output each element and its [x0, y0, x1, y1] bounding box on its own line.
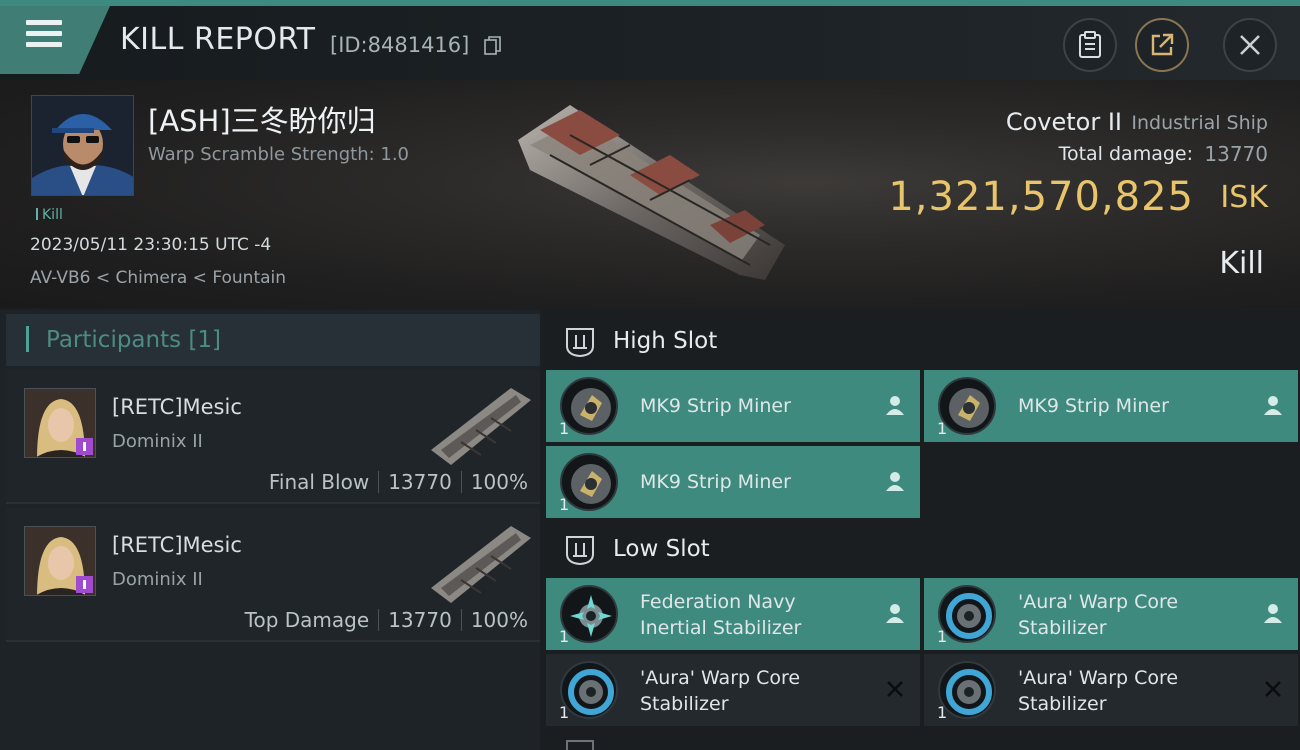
slot-icon-partial: [566, 740, 594, 750]
participant-ship: Dominix II: [112, 569, 203, 590]
participant-damage: 13770: [388, 470, 452, 494]
module-quantity: 1: [559, 627, 570, 646]
hamburger-menu-icon[interactable]: [26, 20, 62, 50]
module-name-line1: 'Aura' Warp Core: [1018, 591, 1179, 613]
person-icon: [886, 604, 904, 623]
ship-name[interactable]: Covetor II: [1006, 108, 1122, 136]
person-icon: [886, 472, 904, 491]
module-name: MK9 Strip Miner: [640, 471, 791, 493]
participants-header-bar: [26, 326, 29, 352]
participant-name[interactable]: [RETC]Mesic: [112, 395, 242, 419]
participant-percent: 100%: [470, 470, 528, 494]
total-damage-label: Total damage:: [1058, 143, 1193, 165]
high-slot-title: High Slot: [613, 328, 718, 354]
participant-damage: 13770: [388, 608, 452, 632]
next-slot-header-partial: [544, 728, 1300, 750]
module-quantity: 1: [937, 627, 948, 646]
clipboard-button[interactable]: [1063, 18, 1117, 72]
module-quantity: 1: [937, 703, 948, 722]
module-name-line1: 'Aura' Warp Core: [1018, 667, 1179, 689]
module-name-line2: Inertial Stabilizer: [640, 617, 802, 639]
module-name: MK9 Strip Miner: [1018, 395, 1169, 417]
participant-row[interactable]: [RETC]Mesic Dominix II Top Damage 13770 10…: [6, 508, 540, 642]
module-name-line1: Federation Navy: [640, 591, 796, 613]
participant-ship-image[interactable]: [421, 518, 536, 608]
isk-value: 1,321,570,825: [888, 174, 1194, 220]
module-name: 'Aura' Warp Core Stabilizer: [640, 665, 880, 717]
module-item[interactable]: 1 'Aura' Warp Core Stabilizer: [546, 654, 920, 726]
victim-ship-image[interactable]: [510, 95, 790, 290]
module-name: MK9 Strip Miner: [640, 395, 791, 417]
participant-stats: Final Blow 13770 100%: [269, 470, 528, 494]
warp-scramble-strength: Warp Scramble Strength: 1.0: [148, 144, 410, 165]
module-name-line2: Stabilizer: [1018, 693, 1107, 715]
destroyed-x-icon: [1265, 681, 1281, 697]
kill-location[interactable]: AV-VB6 < Chimera < Fountain: [30, 268, 286, 288]
participant-badge-icon: [76, 438, 93, 455]
participants-header: Participants [1]: [6, 314, 540, 366]
module-name: 'Aura' Warp Core Stabilizer: [1018, 589, 1258, 641]
module-name-line2: Stabilizer: [640, 693, 729, 715]
participant-name[interactable]: [RETC]Mesic: [112, 533, 242, 557]
kill-tag: Kill: [36, 207, 63, 223]
share-icon: [1151, 33, 1174, 56]
low-slot-icon: [566, 536, 594, 566]
participants-title: Participants [1]: [46, 327, 221, 353]
module-name: 'Aura' Warp Core Stabilizer: [1018, 665, 1258, 717]
close-button[interactable]: [1223, 18, 1277, 72]
module-item[interactable]: 1 MK9 Strip Miner: [546, 370, 920, 442]
report-id: [ID:8481416]: [330, 33, 470, 57]
high-slot-header: High Slot: [544, 312, 1300, 372]
module-quantity: 1: [937, 419, 948, 438]
participant-role: Final Blow: [268, 470, 370, 494]
ship-class: Industrial Ship: [1131, 112, 1268, 134]
module-item[interactable]: 1 'Aura' Warp Core Stabilizer: [924, 578, 1298, 650]
participant-ship-image[interactable]: [421, 380, 536, 470]
person-icon: [886, 396, 904, 415]
module-quantity: 1: [559, 495, 570, 514]
module-item[interactable]: 1 Federation Navy Inertial Stabilizer: [546, 578, 920, 650]
module-name: Federation Navy Inertial Stabilizer: [640, 589, 880, 641]
participant-ship: Dominix II: [112, 431, 203, 452]
participant-stats: Top Damage 13770 100%: [245, 608, 528, 632]
low-slot-title: Low Slot: [613, 536, 710, 562]
kill-datetime: 2023/05/11 23:30:15 UTC -4: [30, 235, 272, 255]
kill-result-label: Kill: [1219, 246, 1264, 281]
low-slot-header: Low Slot: [544, 520, 1300, 580]
victim-avatar[interactable]: [31, 95, 134, 196]
participant-avatar[interactable]: [24, 388, 96, 458]
module-name-line2: Stabilizer: [1018, 617, 1107, 639]
person-icon: [1264, 604, 1282, 623]
module-item[interactable]: 1 MK9 Strip Miner: [546, 446, 920, 518]
participant-badge-icon: [76, 576, 93, 593]
module-item[interactable]: 1 MK9 Strip Miner: [924, 370, 1298, 442]
participant-row[interactable]: [RETC]Mesic Dominix II Final Blow 13770 10…: [6, 370, 540, 504]
isk-unit: ISK: [1220, 180, 1268, 215]
total-damage-value: 13770: [1204, 142, 1268, 166]
module-quantity: 1: [559, 419, 570, 438]
participant-percent: 100%: [470, 608, 528, 632]
person-icon: [1264, 396, 1282, 415]
destroyed-x-icon: [887, 681, 903, 697]
page-title: KILL REPORT: [120, 22, 316, 57]
close-icon: [1240, 35, 1260, 55]
clipboard-icon: [1079, 31, 1101, 58]
module-quantity: 1: [559, 703, 570, 722]
high-slot-icon: [566, 328, 594, 358]
copy-icon[interactable]: [484, 36, 502, 56]
participant-role: Top Damage: [244, 608, 370, 632]
module-item[interactable]: 1 'Aura' Warp Core Stabilizer: [924, 654, 1298, 726]
victim-name[interactable]: [ASH]三冬盼你归: [148, 98, 376, 140]
module-name-line1: 'Aura' Warp Core: [640, 667, 801, 689]
share-button[interactable]: [1135, 18, 1189, 72]
participant-avatar[interactable]: [24, 526, 96, 596]
